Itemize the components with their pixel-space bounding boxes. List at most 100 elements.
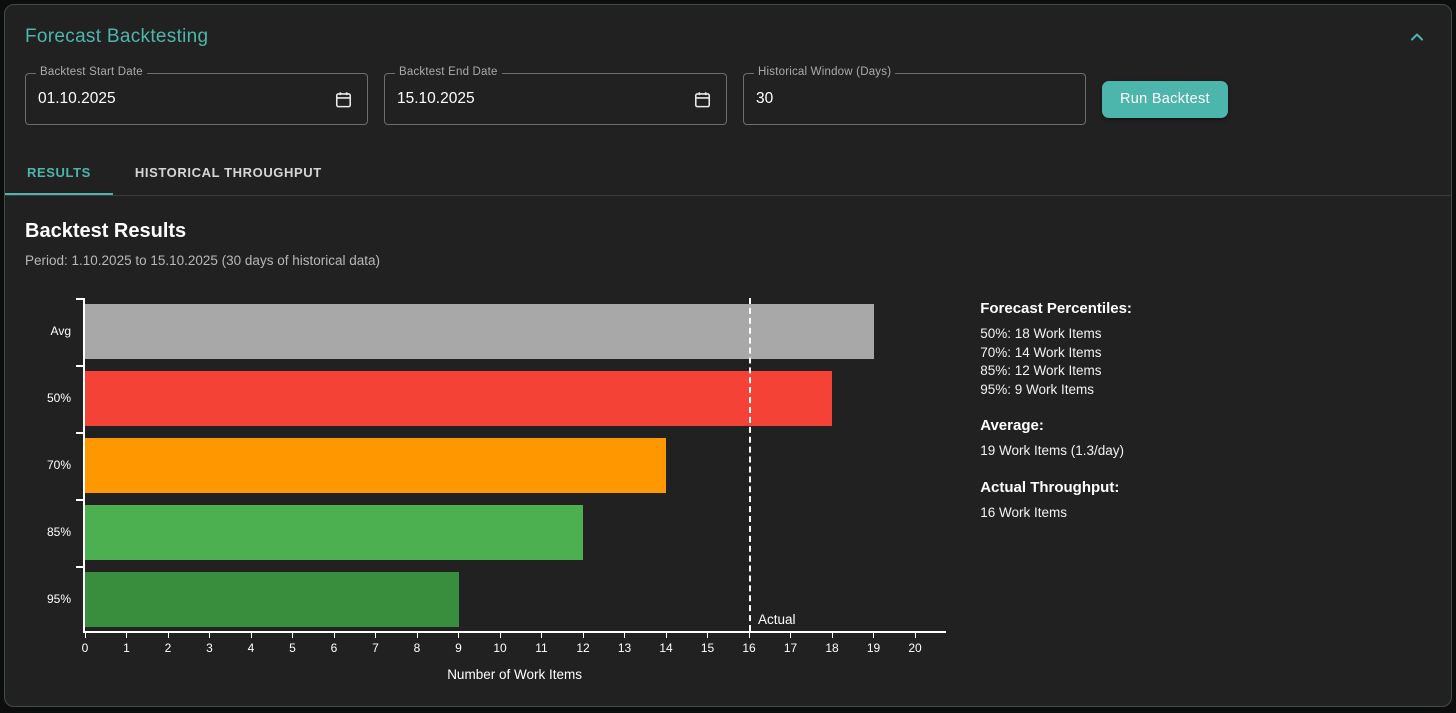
x-axis-tick-label: 11 xyxy=(535,641,548,655)
x-axis-tick xyxy=(914,633,916,638)
x-axis-tick xyxy=(790,633,791,638)
x-axis-tick xyxy=(250,633,252,638)
run-backtest-button[interactable]: Run Backtest xyxy=(1102,80,1228,118)
x-axis-tick xyxy=(292,633,293,638)
bar-95pct xyxy=(85,572,459,627)
x-axis-tick xyxy=(84,633,86,638)
results-header: Backtest Results Period: 1.10.2025 to 15… xyxy=(5,196,1451,268)
x-axis-tick-label: 17 xyxy=(783,641,798,655)
bar-70pct xyxy=(85,438,666,493)
x-axis-tick xyxy=(665,633,667,638)
percentiles-title: Forecast Percentiles: xyxy=(980,300,1132,317)
actual-line-label: Actual xyxy=(758,612,796,627)
start-date-field[interactable]: Backtest Start Date xyxy=(25,66,368,125)
x-axis-tick-label: 2 xyxy=(164,641,172,655)
y-axis-tick xyxy=(76,566,83,568)
x-axis-tick xyxy=(873,633,874,638)
x-axis-tick-label: 12 xyxy=(576,641,590,655)
results-content: Avg 50% 70% 85% 95% 0 1 2 3 4 5 6 7 8 9 10 11 12 13 14 15 16 1… xyxy=(5,268,1451,682)
x-axis-tick-label: 10 xyxy=(493,641,507,655)
historical-window-input[interactable] xyxy=(756,90,1073,108)
x-axis-tick-label: 9 xyxy=(455,641,462,655)
x-axis-tick-label: 8 xyxy=(413,641,421,655)
x-axis-tick-label: 0 xyxy=(81,641,89,655)
actual-throughput-title: Actual Throughput: xyxy=(980,478,1120,496)
bar-50pct xyxy=(85,371,832,426)
y-axis-label-85pct: 85% xyxy=(46,524,71,539)
x-axis-tick-label: 3 xyxy=(206,641,213,655)
x-axis-tick xyxy=(831,633,833,638)
percentile-85-line: 85%: 12 Work Items xyxy=(980,363,1102,378)
bar-85pct xyxy=(85,505,583,560)
results-period: Period: 1.10.2025 to 15.10.2025 (30 days… xyxy=(25,253,380,268)
forecast-summary: Forecast Percentiles: 50%: 18 Work Items… xyxy=(980,298,1190,682)
x-axis-tick xyxy=(582,633,584,638)
average-value: 19 Work Items (1.3/day) xyxy=(980,443,1124,458)
panel-title: Forecast Backtesting xyxy=(25,26,209,47)
percentile-95-line: 95%: 9 Work Items xyxy=(980,381,1094,397)
x-axis-title: Number of Work Items xyxy=(447,667,582,682)
x-axis-tick xyxy=(458,633,459,638)
average-block: Average: 19 Work Items (1.3/day) xyxy=(980,417,1190,461)
tab-bar: RESULTS HISTORICAL THROUGHPUT xyxy=(5,151,1451,196)
y-axis-label-95pct: 95% xyxy=(46,591,71,606)
x-axis-tick xyxy=(499,633,501,638)
chevron-up-icon xyxy=(1407,27,1427,47)
x-axis-tick xyxy=(707,633,708,638)
results-title: Backtest Results xyxy=(25,220,187,242)
x-axis-tick-label: 4 xyxy=(247,641,255,655)
x-axis-tick-label: 18 xyxy=(825,641,839,655)
x-axis-tick xyxy=(541,633,542,638)
x-axis-tick xyxy=(748,633,750,638)
percentiles-block: Forecast Percentiles: 50%: 18 Work Items… xyxy=(980,300,1190,399)
x-axis-tick xyxy=(126,633,127,638)
x-axis-tick-label: 7 xyxy=(372,641,379,655)
tab-historical-throughput[interactable]: HISTORICAL THROUGHPUT xyxy=(113,151,344,195)
y-axis-label-70pct: 70% xyxy=(46,457,71,472)
start-date-input[interactable] xyxy=(38,90,332,108)
end-date-field[interactable]: Backtest End Date xyxy=(384,66,727,125)
calendar-icon xyxy=(334,90,353,109)
panel-header: Forecast Backtesting xyxy=(5,5,1451,61)
end-date-picker-button[interactable] xyxy=(691,88,714,111)
y-axis-tick xyxy=(76,298,83,300)
end-date-input[interactable] xyxy=(397,90,691,108)
x-axis-tick-label: 5 xyxy=(289,641,296,655)
x-axis-tick xyxy=(167,633,169,638)
x-axis-tick-label: 13 xyxy=(617,641,632,655)
end-date-label: Backtest End Date xyxy=(395,66,502,78)
y-axis-label-50pct: 50% xyxy=(46,390,71,405)
collapse-panel-button[interactable] xyxy=(1403,23,1431,51)
x-axis-tick xyxy=(209,633,210,638)
start-date-picker-button[interactable] xyxy=(332,88,355,111)
y-axis-label-avg: Avg xyxy=(50,323,71,338)
forecast-backtesting-panel: Forecast Backtesting Backtest Start Date… xyxy=(4,4,1452,707)
x-axis-tick-label: 14 xyxy=(659,641,673,655)
backtest-chart: Avg 50% 70% 85% 95% 0 1 2 3 4 5 6 7 8 9 10 11 12 13 14 15 16 1… xyxy=(25,298,947,682)
historical-window-field[interactable]: Historical Window (Days) xyxy=(743,66,1086,125)
percentile-50-line: 50%: 18 Work Items xyxy=(980,326,1102,341)
x-axis-tick xyxy=(416,633,418,638)
backtest-form: Backtest Start Date Backtest End Date Hi… xyxy=(5,61,1451,125)
x-axis-tick xyxy=(333,633,335,638)
y-axis-tick xyxy=(76,499,83,501)
actual-throughput-block: Actual Throughput: 16 Work Items xyxy=(980,479,1190,523)
x-axis-tick-label: 1 xyxy=(123,641,130,655)
y-axis-tick xyxy=(76,432,83,434)
y-axis-tick xyxy=(76,365,83,367)
actual-throughput-value: 16 Work Items xyxy=(980,504,1067,520)
chart-plot-area: Avg 50% 70% 85% 95% 0 1 2 3 4 5 6 7 8 9 10 11 12 13 14 15 16 1… xyxy=(47,298,947,655)
x-axis-tick-label: 6 xyxy=(330,641,338,655)
historical-window-label: Historical Window (Days) xyxy=(754,66,896,78)
tab-results[interactable]: RESULTS xyxy=(5,151,113,195)
calendar-icon xyxy=(693,90,712,109)
average-title: Average: xyxy=(980,417,1044,434)
x-axis-tick-label: 15 xyxy=(700,641,715,655)
x-axis-tick-label: 16 xyxy=(742,641,756,655)
x-axis-tick-label: 19 xyxy=(866,641,881,655)
percentile-70-line: 70%: 14 Work Items xyxy=(980,344,1102,360)
start-date-label: Backtest Start Date xyxy=(36,66,147,78)
x-axis-tick xyxy=(375,633,376,638)
bar-avg xyxy=(85,304,874,359)
actual-throughput-line xyxy=(749,298,751,631)
